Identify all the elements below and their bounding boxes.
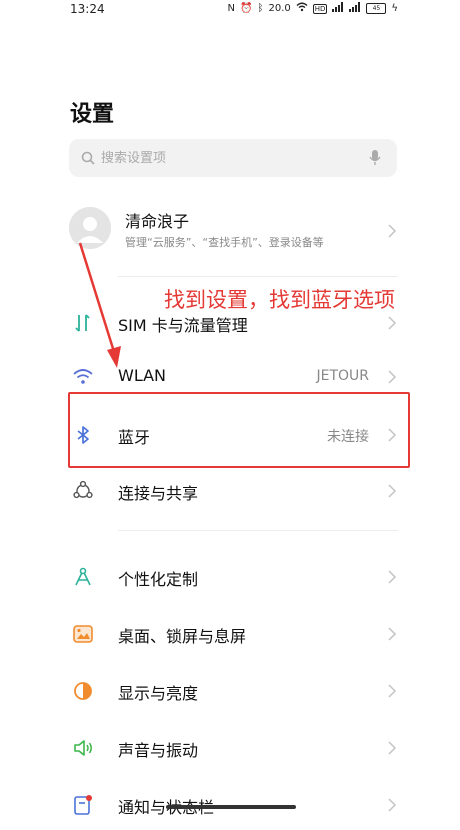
charging-icon: ϟ: [391, 3, 398, 14]
search-input[interactable]: [101, 148, 351, 168]
annotation-highlight-box: [68, 392, 410, 468]
sound-icon: [74, 740, 92, 756]
account-name: 清命浪子: [125, 212, 190, 231]
settings-item-label: 桌面、锁屏与息屏: [118, 627, 247, 646]
page-title: 设置: [70, 102, 115, 127]
settings-item-connection-sharing[interactable]: 连接与共享: [69, 466, 399, 516]
status-time: 13:24: [70, 2, 105, 16]
settings-item-label: 个性化定制: [118, 570, 199, 589]
avatar: [69, 207, 111, 249]
settings-item-label: 连接与共享: [118, 484, 199, 503]
chevron-right-icon: [388, 684, 397, 698]
settings-item-label: WLAN: [118, 366, 167, 385]
personalize-icon: [75, 567, 91, 586]
settings-item-wallpaper[interactable]: 桌面、锁屏与息屏: [69, 609, 399, 659]
network-speed: 20.0: [268, 3, 291, 14]
home-indicator[interactable]: [166, 805, 296, 809]
search-icon: [81, 151, 95, 165]
search-bar[interactable]: [69, 139, 397, 177]
sim-data-icon: [75, 314, 90, 332]
chevron-right-icon: [388, 316, 397, 330]
wifi-status-icon: [296, 2, 308, 15]
settings-item-value: JETOUR: [316, 368, 369, 384]
status-bar: 13:24 N ⏰ ᛒ 20.0 HD 45 ϟ: [0, 0, 460, 22]
settings-item-sound[interactable]: 声音与振动: [69, 723, 399, 773]
annotation-text: 找到设置，找到蓝牙选项: [164, 288, 395, 312]
account-row[interactable]: 清命浪子 管理“云服务”、“查找手机”、登录设备等: [69, 203, 399, 255]
settings-item-personalize[interactable]: 个性化定制: [69, 552, 399, 602]
settings-item-label: SIM 卡与流量管理: [118, 316, 248, 335]
divider: [118, 530, 398, 531]
chevron-right-icon: [388, 741, 397, 755]
chevron-right-icon: [388, 224, 397, 238]
brightness-icon: [74, 682, 92, 700]
account-description: 管理“云服务”、“查找手机”、登录设备等: [125, 236, 324, 249]
wallpaper-icon: [73, 625, 93, 643]
signal-icon: [332, 2, 344, 15]
user-avatar-icon: [69, 207, 111, 249]
settings-item-display[interactable]: 显示与亮度: [69, 666, 399, 716]
chevron-right-icon: [388, 627, 397, 641]
wifi-icon: [73, 369, 93, 384]
chevron-right-icon: [388, 798, 397, 812]
share-icon: [73, 480, 93, 499]
alarm-icon: ⏰: [240, 3, 253, 14]
bluetooth-status-icon: ᛒ: [257, 3, 264, 14]
status-icons: N ⏰ ᛒ 20.0 HD 45 ϟ: [228, 2, 398, 15]
chevron-right-icon: [388, 570, 397, 584]
battery-icon: 45: [366, 3, 387, 14]
microphone-icon[interactable]: [369, 149, 381, 167]
nfc-icon: N: [227, 3, 236, 14]
chevron-right-icon: [388, 484, 397, 498]
signal-icon-2: [349, 2, 361, 15]
notification-icon: [74, 795, 92, 815]
chevron-right-icon: [388, 370, 397, 384]
settings-item-label: 声音与振动: [118, 741, 199, 760]
hd-icon: HD: [312, 3, 328, 14]
settings-item-label: 显示与亮度: [118, 684, 199, 703]
divider: [118, 276, 398, 277]
